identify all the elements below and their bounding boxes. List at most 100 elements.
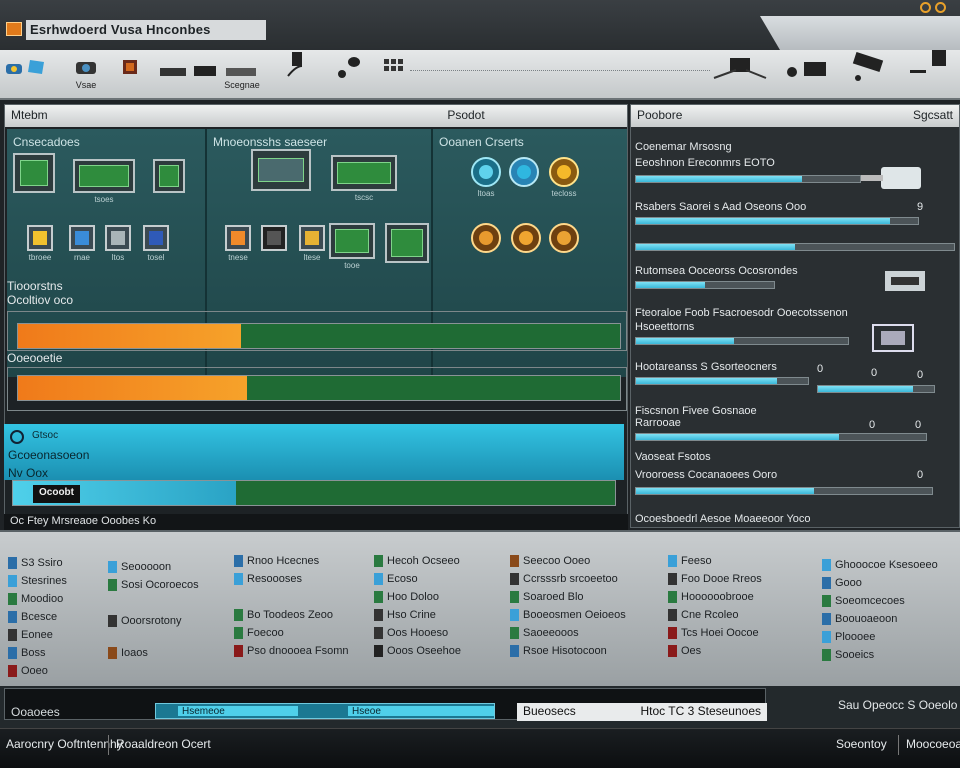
list-item[interactable]: Soeomcecoes [822, 592, 938, 610]
list-item[interactable]: Cne Rcoleo [668, 606, 762, 624]
toolbar-projector-button[interactable] [784, 58, 830, 80]
disc-cyan[interactable]: ltoas [471, 157, 501, 198]
list-item[interactable]: Ooos Oseehoe [374, 642, 461, 660]
list-item[interactable]: Sooeics [822, 646, 938, 664]
module-gold[interactable]: ltese [299, 225, 325, 262]
close-icon[interactable] [935, 2, 946, 13]
list-item[interactable]: Soaroed Blo [510, 588, 626, 606]
list-item[interactable]: Booeosmen Oeioeos [510, 606, 626, 624]
taskbar-item-3[interactable]: Soeontoy [836, 737, 887, 751]
list-item[interactable]: Ploooee [822, 628, 938, 646]
memory-card-1[interactable] [251, 149, 311, 191]
right-slider-7[interactable] [817, 385, 935, 393]
list-item-label: Eonee [21, 629, 53, 641]
list-item[interactable]: Feeso [668, 552, 762, 570]
toolbar-device-button[interactable] [908, 50, 948, 74]
taskbar-item-1[interactable]: Aarocnry Ooftntennhy [6, 737, 123, 751]
toolbar-mouse-button[interactable] [334, 56, 364, 78]
window-controls[interactable] [920, 2, 946, 13]
list-item-icon [510, 573, 519, 585]
list-item[interactable]: Hso Crine [374, 606, 461, 624]
right-slider-fill [636, 176, 802, 182]
list-item[interactable]: Resoooses [234, 570, 349, 588]
list-item[interactable]: Tcs Hoei Oocoe [668, 624, 762, 642]
gpu-card-3[interactable] [153, 159, 185, 193]
toolbar-settings-button[interactable]: Scegnae [222, 56, 262, 90]
list-item[interactable]: Ooorsrotony [108, 612, 199, 630]
list-item[interactable]: Boss [8, 644, 67, 662]
grid-icon [382, 56, 408, 78]
disc-gold[interactable]: tecloss [549, 157, 579, 198]
right-slider-6[interactable] [635, 377, 809, 385]
toolbar-module-button[interactable] [120, 56, 140, 78]
list-item[interactable]: Boouoaeoon [822, 610, 938, 628]
list-item[interactable]: Ghooocoe Ksesoeeo [822, 556, 938, 574]
memory-card-2[interactable]: tscsc [331, 155, 397, 202]
list-item[interactable]: Saoeeooos [510, 624, 626, 642]
device-label: tnese [228, 253, 248, 262]
list-item[interactable]: Ccrsssrb srcoeetoo [510, 570, 626, 588]
toolbar-router-button[interactable] [712, 56, 768, 79]
right-slider-8[interactable] [635, 433, 927, 441]
list-item[interactable]: Bcesce [8, 608, 67, 626]
toolbar-plug-button[interactable] [284, 52, 308, 77]
list-item[interactable]: Pso dnoooea Fsomn [234, 642, 349, 660]
list-item[interactable]: Gooo [822, 574, 938, 592]
list-item[interactable]: Foecoo [234, 624, 349, 642]
taskbar-item-4[interactable]: Moocoeoae [906, 737, 960, 751]
disc-orange-1[interactable] [471, 223, 501, 253]
list-item[interactable]: Ecoso [374, 570, 461, 588]
list-item[interactable]: Rsoe Hisotocoon [510, 642, 626, 660]
list-item[interactable]: S3 Ssiro [8, 554, 67, 572]
list-item[interactable]: Ioaos [108, 644, 199, 662]
list-item[interactable]: Hoooooobrooe [668, 588, 762, 606]
module-navy[interactable]: tosel [143, 225, 169, 262]
list-item[interactable]: Sosi Ocoroecos [108, 576, 199, 594]
gpu-progress-bar[interactable]: Ocoobt [12, 480, 616, 506]
toolbar-grid-button[interactable] [382, 56, 408, 78]
right-slider-4[interactable] [635, 281, 775, 289]
zone-memory-title: Mnoeonsshs saeseer [213, 135, 328, 149]
gpu-card-1[interactable] [13, 153, 55, 193]
right-slider-5[interactable] [635, 337, 849, 345]
list-item[interactable]: Stesrines [8, 572, 67, 590]
list-item[interactable]: Hoo Doloo [374, 588, 461, 606]
module-yellow[interactable]: tbroee [27, 225, 53, 262]
status-progress-bar[interactable]: Hsemeoe Hseoe [155, 703, 495, 719]
list-item-label: Bcesce [21, 611, 58, 623]
toolbar-save-button[interactable]: Vsae [72, 56, 100, 90]
toolbar-hardware-button[interactable] [4, 56, 54, 78]
disc-orange-3[interactable] [549, 223, 579, 253]
module-orange[interactable]: tnese [225, 225, 251, 262]
disc-orange-2[interactable] [511, 223, 541, 253]
list-item[interactable]: Eonee [8, 626, 67, 644]
toolbar-drive-button[interactable] [158, 60, 218, 82]
toolbar-scanner-button[interactable] [848, 52, 888, 81]
list-item[interactable]: Bo Toodeos Zeoo [234, 606, 349, 624]
module-dark[interactable] [261, 225, 287, 251]
list-item[interactable]: Seooooon [108, 558, 199, 576]
list-item[interactable]: Oes [668, 642, 762, 660]
list-item[interactable]: Seecoo Ooeo [510, 552, 626, 570]
minimize-icon[interactable] [920, 2, 931, 13]
disc-blue[interactable] [509, 157, 539, 187]
list-item[interactable]: Ooeo [8, 662, 67, 680]
right-slider-1[interactable] [635, 175, 861, 183]
list-item[interactable]: Rnoo Hcecnes [234, 552, 349, 570]
progress-bar-1[interactable] [17, 323, 621, 349]
right-slider-2[interactable] [635, 217, 919, 225]
list-item-label: Gooo [835, 577, 862, 589]
taskbar-item-2[interactable]: Roaaldreon Ocert [116, 737, 211, 751]
list-item[interactable]: Foo Dooe Rreos [668, 570, 762, 588]
memory-card-3[interactable]: tooe [329, 223, 375, 270]
list-item[interactable]: Oos Hooeso [374, 624, 461, 642]
memory-card-4[interactable] [385, 223, 429, 263]
module-grey[interactable]: ltos [105, 225, 131, 262]
right-slider-3[interactable] [635, 243, 955, 251]
right-slider-9[interactable] [635, 487, 933, 495]
list-item[interactable]: Moodioo [8, 590, 67, 608]
gpu-card-2[interactable]: tsoes [73, 159, 135, 204]
module-blue[interactable]: rnae [69, 225, 95, 262]
list-item[interactable]: Hecoh Ocseeo [374, 552, 461, 570]
progress-bar-2[interactable] [17, 375, 621, 401]
